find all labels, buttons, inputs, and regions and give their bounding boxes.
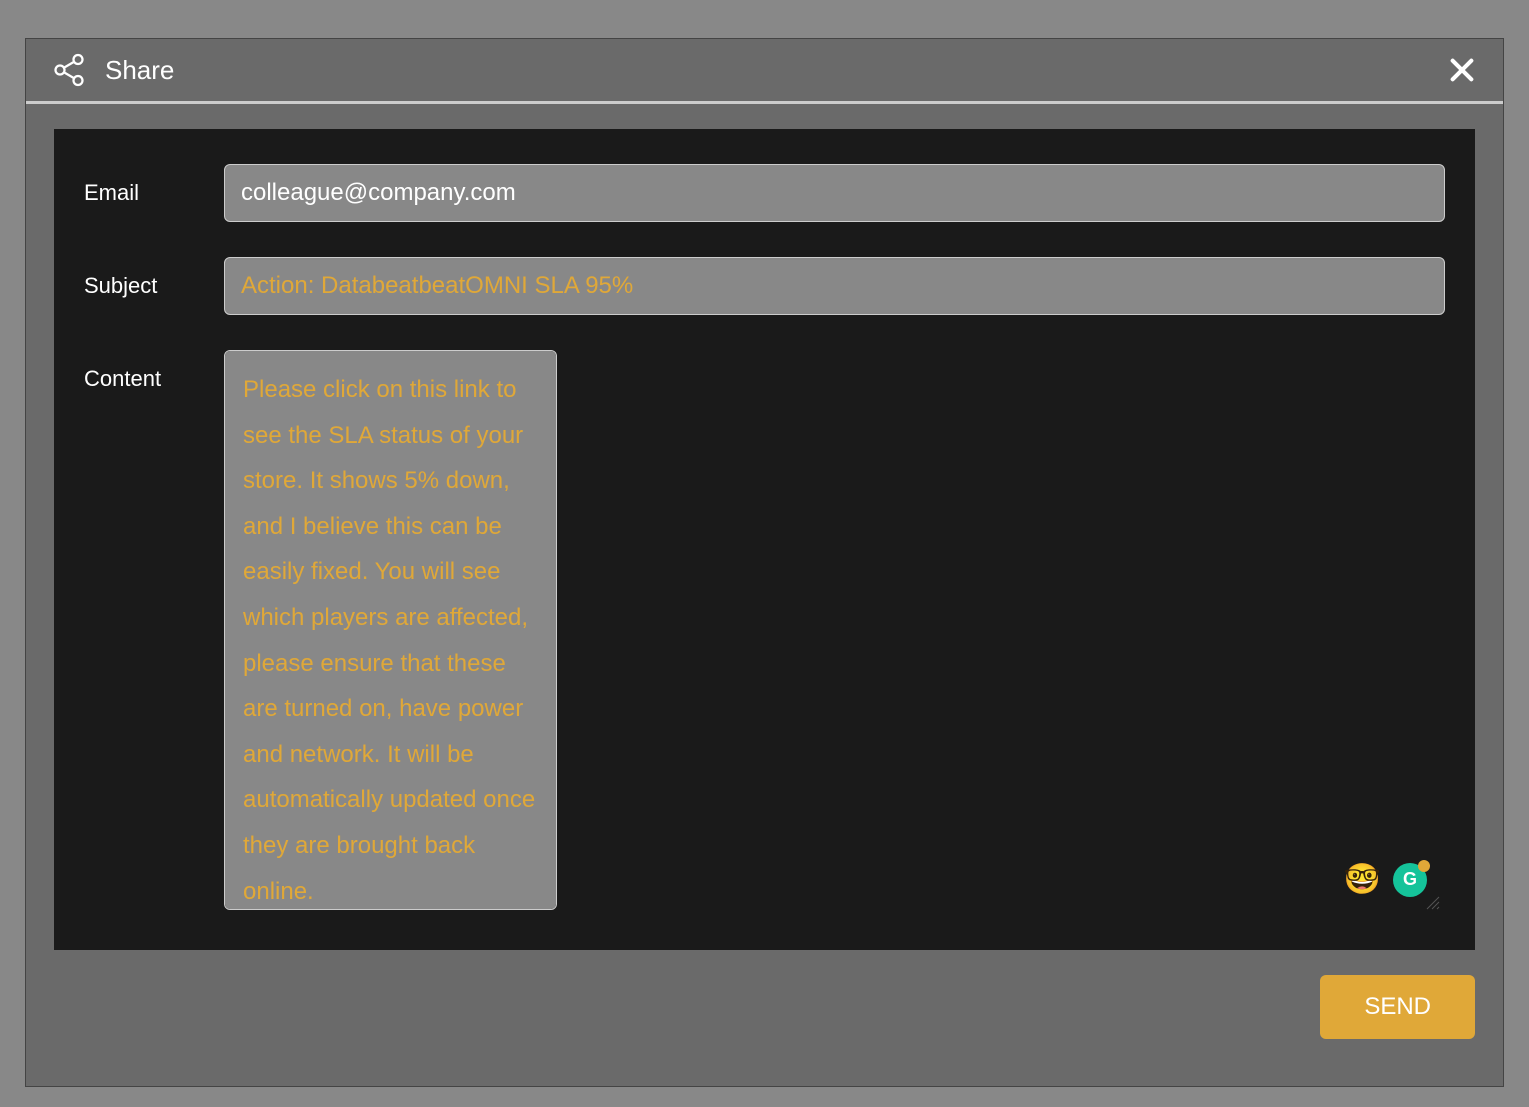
- modal-header: Share: [26, 39, 1503, 104]
- modal-overlay: Share Email Subject Content: [8, 8, 1521, 1099]
- email-row: Email: [84, 164, 1445, 222]
- form-panel: Email Subject Content 🤓 G: [54, 129, 1475, 950]
- share-icon: [51, 52, 87, 88]
- email-input[interactable]: [224, 164, 1445, 222]
- textarea-wrapper: 🤓 G: [224, 350, 1445, 915]
- email-label: Email: [84, 164, 224, 206]
- modal-footer: SEND: [26, 975, 1503, 1064]
- close-icon: [1448, 56, 1476, 84]
- share-modal: Share Email Subject Content: [25, 38, 1504, 1087]
- subject-row: Subject: [84, 257, 1445, 315]
- modal-title: Share: [105, 55, 174, 86]
- subject-input[interactable]: [224, 257, 1445, 315]
- resize-handle[interactable]: [1425, 895, 1441, 911]
- grammarly-letter: G: [1403, 869, 1417, 890]
- content-row: Content 🤓 G: [84, 350, 1445, 915]
- emoji-icon[interactable]: 🤓: [1344, 862, 1381, 897]
- textarea-icons: 🤓 G: [1344, 862, 1427, 897]
- grammarly-notification-dot: [1418, 860, 1430, 872]
- content-textarea[interactable]: [224, 350, 557, 910]
- grammarly-icon[interactable]: G: [1393, 863, 1427, 897]
- content-label: Content: [84, 350, 224, 392]
- close-button[interactable]: [1446, 54, 1478, 86]
- send-button[interactable]: SEND: [1320, 975, 1475, 1039]
- subject-label: Subject: [84, 257, 224, 299]
